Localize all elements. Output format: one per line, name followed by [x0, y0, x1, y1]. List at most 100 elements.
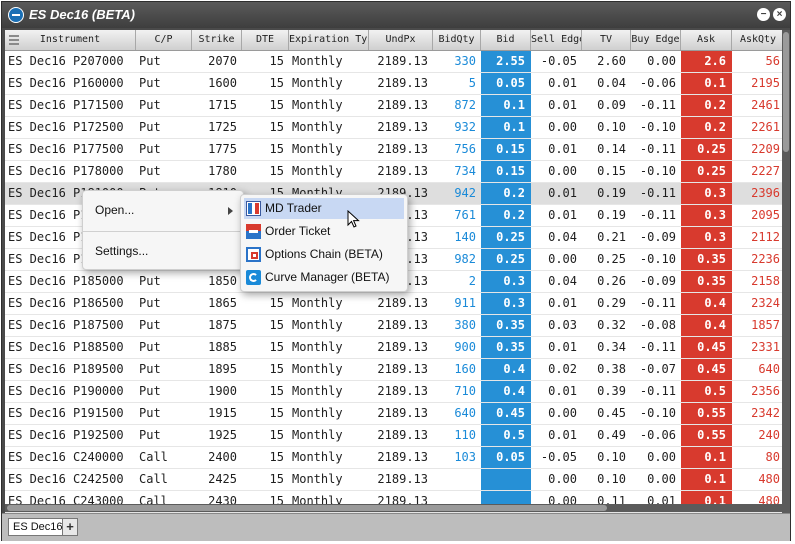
cell-bid[interactable]: 0.2 — [481, 183, 531, 204]
cell-bid[interactable]: 0.3 — [481, 293, 531, 314]
cell-bid[interactable]: 0.15 — [481, 139, 531, 160]
table-row[interactable]: ES Dec16 P187500 Put 1875 15 Monthly 2189.13 3… — [5, 315, 789, 337]
table-row[interactable]: ES Dec16 P191500 Put 1915 15 Monthly 2189.13 6… — [5, 403, 789, 425]
table-row[interactable]: ES Dec16 P192500 Put 1925 15 Monthly 2189.13 1… — [5, 425, 789, 447]
cell-expiration: Monthly — [292, 340, 343, 354]
cell-ask[interactable]: 0.3 — [681, 205, 732, 226]
menu-item-open[interactable]: Open... — [95, 203, 134, 217]
cell-bid[interactable]: 0.45 — [481, 403, 531, 424]
cell-ask[interactable]: 0.45 — [681, 337, 732, 358]
cell-askqty: 56 — [765, 54, 780, 68]
column-header-ask[interactable]: Ask — [681, 30, 732, 50]
cell-ask[interactable]: 0.35 — [681, 271, 732, 292]
title-bar[interactable]: ES Dec16 (BETA) − × — [2, 2, 790, 28]
cell-bid[interactable]: 0.4 — [481, 381, 531, 402]
vertical-scroll-thumb[interactable] — [783, 32, 789, 152]
cell-cp: Put — [139, 362, 161, 376]
cell-ask[interactable]: 0.25 — [681, 139, 732, 160]
tab-es-dec16[interactable]: ES Dec16 — [8, 518, 68, 536]
cell-ask[interactable]: 0.1 — [681, 447, 732, 468]
table-row[interactable]: ES Dec16 P189500 Put 1895 15 Monthly 2189.13 1… — [5, 359, 789, 381]
cell-instrument: ES Dec16 P172500 — [8, 120, 124, 134]
cell-sell-edge: 0.04 — [548, 274, 577, 288]
cell-undpx: 2189.13 — [377, 340, 428, 354]
vertical-scrollbar[interactable] — [782, 30, 790, 514]
cell-bid[interactable]: 0.05 — [481, 447, 531, 468]
cell-tv: 0.34 — [597, 340, 626, 354]
cell-ask[interactable]: 0.1 — [681, 73, 732, 94]
cell-bid[interactable]: 0.35 — [481, 337, 531, 358]
column-header-tv[interactable]: TV — [582, 30, 631, 50]
cell-bid[interactable]: 2.55 — [481, 51, 531, 72]
cell-ask[interactable]: 0.25 — [681, 161, 732, 182]
cell-ask[interactable]: 0.1 — [681, 469, 732, 490]
submenu-item-order-ticket[interactable]: Order Ticket — [244, 221, 404, 242]
cell-expiration: Monthly — [292, 54, 343, 68]
cell-ask[interactable]: 0.35 — [681, 249, 732, 270]
submenu-item-md-trader[interactable]: MD Trader — [244, 198, 404, 219]
minimize-icon[interactable]: − — [757, 8, 770, 21]
cell-bid[interactable]: 0.15 — [481, 161, 531, 182]
cell-bid[interactable]: 0.2 — [481, 205, 531, 226]
cell-cp: Put — [139, 274, 161, 288]
cell-bid[interactable]: 0.5 — [481, 425, 531, 446]
column-header-sell-edge[interactable]: Sell Edge — [531, 30, 582, 50]
cell-instrument: ES Dec16 P177500 — [8, 142, 124, 156]
cell-ask[interactable]: 0.5 — [681, 381, 732, 402]
cell-bidqty: 140 — [454, 230, 476, 244]
column-header-bidqty[interactable]: BidQty — [433, 30, 481, 50]
table-row[interactable]: ES Dec16 P160000 Put 1600 15 Monthly 2189.13 5… — [5, 73, 789, 95]
menu-item-settings[interactable]: Settings... — [95, 244, 148, 258]
cell-bid[interactable]: 0.25 — [481, 249, 531, 270]
cell-ask[interactable]: 0.3 — [681, 227, 732, 248]
cell-tv: 0.19 — [597, 208, 626, 222]
cell-expiration: Monthly — [292, 318, 343, 332]
table-row[interactable]: ES Dec16 P172500 Put 1725 15 Monthly 2189.13 9… — [5, 117, 789, 139]
add-tab-button[interactable]: + — [62, 518, 78, 536]
column-header-cp[interactable]: C/P — [136, 30, 192, 50]
table-row[interactable]: ES Dec16 P188500 Put 1885 15 Monthly 2189.13 9… — [5, 337, 789, 359]
table-row[interactable]: ES Dec16 C240000 Call 2400 15 Monthly 2189.13… — [5, 447, 789, 469]
column-header-undpx[interactable]: UndPx — [369, 30, 433, 50]
horizontal-scrollbar[interactable] — [5, 504, 782, 512]
table-row[interactable]: ES Dec16 P171500 Put 1715 15 Monthly 2189.13 8… — [5, 95, 789, 117]
cell-ask[interactable]: 0.4 — [681, 315, 732, 336]
cell-askqty: 2095 — [751, 208, 780, 222]
table-row[interactable]: ES Dec16 P178000 Put 1780 15 Monthly 2189.13 7… — [5, 161, 789, 183]
close-icon[interactable]: × — [773, 8, 786, 21]
cell-ask[interactable]: 0.45 — [681, 359, 732, 380]
table-row[interactable]: ES Dec16 P177500 Put 1775 15 Monthly 2189.13 7… — [5, 139, 789, 161]
cell-ask[interactable]: 0.2 — [681, 95, 732, 116]
cell-ask[interactable]: 0.2 — [681, 117, 732, 138]
cell-bid[interactable]: 0.25 — [481, 227, 531, 248]
column-header-askqty[interactable]: AskQty — [732, 30, 785, 50]
cell-sell-edge: 0.01 — [548, 76, 577, 90]
column-header-buy-edge[interactable]: Buy Edge — [631, 30, 681, 50]
column-header-expiration[interactable]: Expiration Typ — [289, 30, 369, 50]
cell-tv: 0.49 — [597, 428, 626, 442]
table-row[interactable]: ES Dec16 P186500 Put 1865 15 Monthly 2189.13 9… — [5, 293, 789, 315]
cell-bid[interactable]: 0.1 — [481, 117, 531, 138]
cell-ask[interactable]: 0.3 — [681, 183, 732, 204]
cell-bid[interactable]: 0.05 — [481, 73, 531, 94]
table-row[interactable]: ES Dec16 C242500 Call 2425 15 Monthly 2189.13… — [5, 469, 789, 491]
horizontal-scroll-thumb[interactable] — [7, 505, 607, 511]
column-header-dte[interactable]: DTE — [242, 30, 289, 50]
column-header-instrument[interactable]: Instrument — [5, 30, 136, 50]
table-row[interactable]: ES Dec16 P190000 Put 1900 15 Monthly 2189.13 7… — [5, 381, 789, 403]
cell-ask[interactable]: 0.4 — [681, 293, 732, 314]
cell-bid[interactable]: 0.4 — [481, 359, 531, 380]
cell-bid[interactable]: 0.1 — [481, 95, 531, 116]
cell-ask[interactable]: 0.55 — [681, 425, 732, 446]
column-header-strike[interactable]: Strike — [192, 30, 242, 50]
cell-bid[interactable]: 0.35 — [481, 315, 531, 336]
column-header-bid[interactable]: Bid — [481, 30, 531, 50]
cell-ask[interactable]: 2.6 — [681, 51, 732, 72]
table-row[interactable]: ES Dec16 P207000 Put 2070 15 Monthly 2189.13 3… — [5, 51, 789, 73]
submenu-item-options-chain[interactable]: Options Chain (BETA) — [244, 244, 404, 265]
order-ticket-icon — [246, 224, 261, 239]
submenu-item-curve-manager[interactable]: Curve Manager (BETA) — [244, 267, 404, 288]
cell-ask[interactable]: 0.55 — [681, 403, 732, 424]
cell-bid[interactable]: 0.3 — [481, 271, 531, 292]
cell-bid[interactable] — [481, 469, 531, 490]
